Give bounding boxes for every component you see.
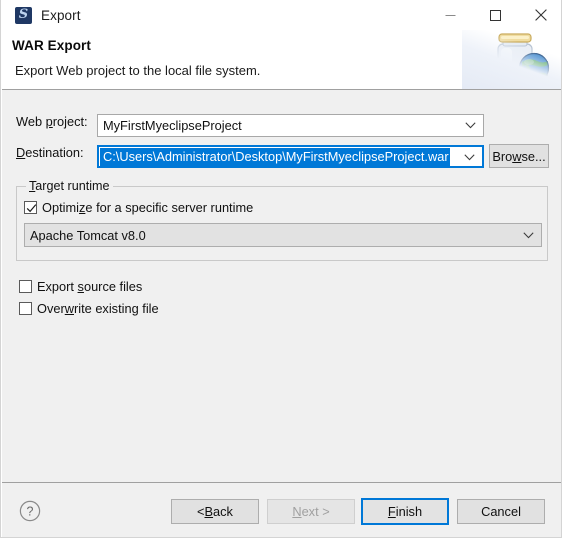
dialog-footer: ? < Back Next > Finish Cancel xyxy=(2,483,561,537)
destination-row: Destination: xyxy=(16,145,84,160)
web-project-combo[interactable]: MyFirstMyeclipseProject xyxy=(97,114,484,137)
maximize-icon[interactable] xyxy=(473,0,518,30)
cancel-button[interactable]: Cancel xyxy=(457,499,545,524)
page-description: Export Web project to the local file sys… xyxy=(15,63,261,78)
web-project-label: Web project: xyxy=(16,114,88,129)
chevron-down-icon[interactable] xyxy=(523,224,534,246)
help-question-icon[interactable]: ? xyxy=(19,500,41,522)
overwrite-existing-file-label: Overwrite existing file xyxy=(37,301,159,316)
svg-text:?: ? xyxy=(27,505,34,519)
chevron-down-icon[interactable] xyxy=(464,147,475,168)
dialog-header: WAR Export Export Web project to the loc… xyxy=(2,30,561,89)
optimize-runtime-checkbox[interactable]: Optimize for a specific server runtime xyxy=(24,200,253,215)
runtime-select-value: Apache Tomcat v8.0 xyxy=(30,227,146,243)
export-source-files-checkbox[interactable]: Export source files xyxy=(19,279,142,294)
target-runtime-group-label: Target runtime xyxy=(26,179,113,193)
web-project-row: Web project: xyxy=(16,114,88,129)
window-title: Export xyxy=(41,7,81,23)
finish-button[interactable]: Finish xyxy=(361,498,449,525)
overwrite-existing-file-checkbox[interactable]: Overwrite existing file xyxy=(19,301,159,316)
title-bar: S Export xyxy=(1,0,561,30)
chevron-down-icon[interactable] xyxy=(465,115,476,136)
checkbox-unchecked-icon[interactable] xyxy=(19,302,32,315)
export-source-files-label: Export source files xyxy=(37,279,143,294)
page-title: WAR Export xyxy=(12,38,92,53)
target-runtime-group: Target runtime Optimize for a specific s… xyxy=(16,179,548,261)
browse-button[interactable]: Bro w se... xyxy=(489,144,549,168)
export-dialog-window: S Export WAR Export Export Web project t… xyxy=(0,0,562,538)
footer-button-bar: < Back Next > Finish Cancel xyxy=(163,498,545,525)
destination-label: Destination: xyxy=(16,145,84,160)
next-button: Next > xyxy=(267,499,355,524)
checkbox-checked-icon[interactable] xyxy=(24,201,37,214)
destination-value[interactable]: C:\Users\Administrator\Desktop\MyFirstMy… xyxy=(100,147,450,166)
dialog-body: Web project: MyFirstMyeclipseProject Des… xyxy=(2,90,561,482)
jar-globe-banner-icon xyxy=(462,30,561,89)
runtime-select-combo[interactable]: Apache Tomcat v8.0 xyxy=(24,223,542,247)
minimize-icon[interactable] xyxy=(428,0,473,30)
myeclipse-icon: S xyxy=(15,6,32,24)
back-button[interactable]: < Back xyxy=(171,499,259,524)
optimize-runtime-label: Optimize for a specific server runtime xyxy=(42,200,254,215)
window-controls xyxy=(428,0,561,30)
destination-combo[interactable]: C:\Users\Administrator\Desktop\MyFirstMy… xyxy=(97,145,484,168)
web-project-value: MyFirstMyeclipseProject xyxy=(103,118,242,133)
close-icon[interactable] xyxy=(518,0,561,30)
checkbox-unchecked-icon[interactable] xyxy=(19,280,32,293)
